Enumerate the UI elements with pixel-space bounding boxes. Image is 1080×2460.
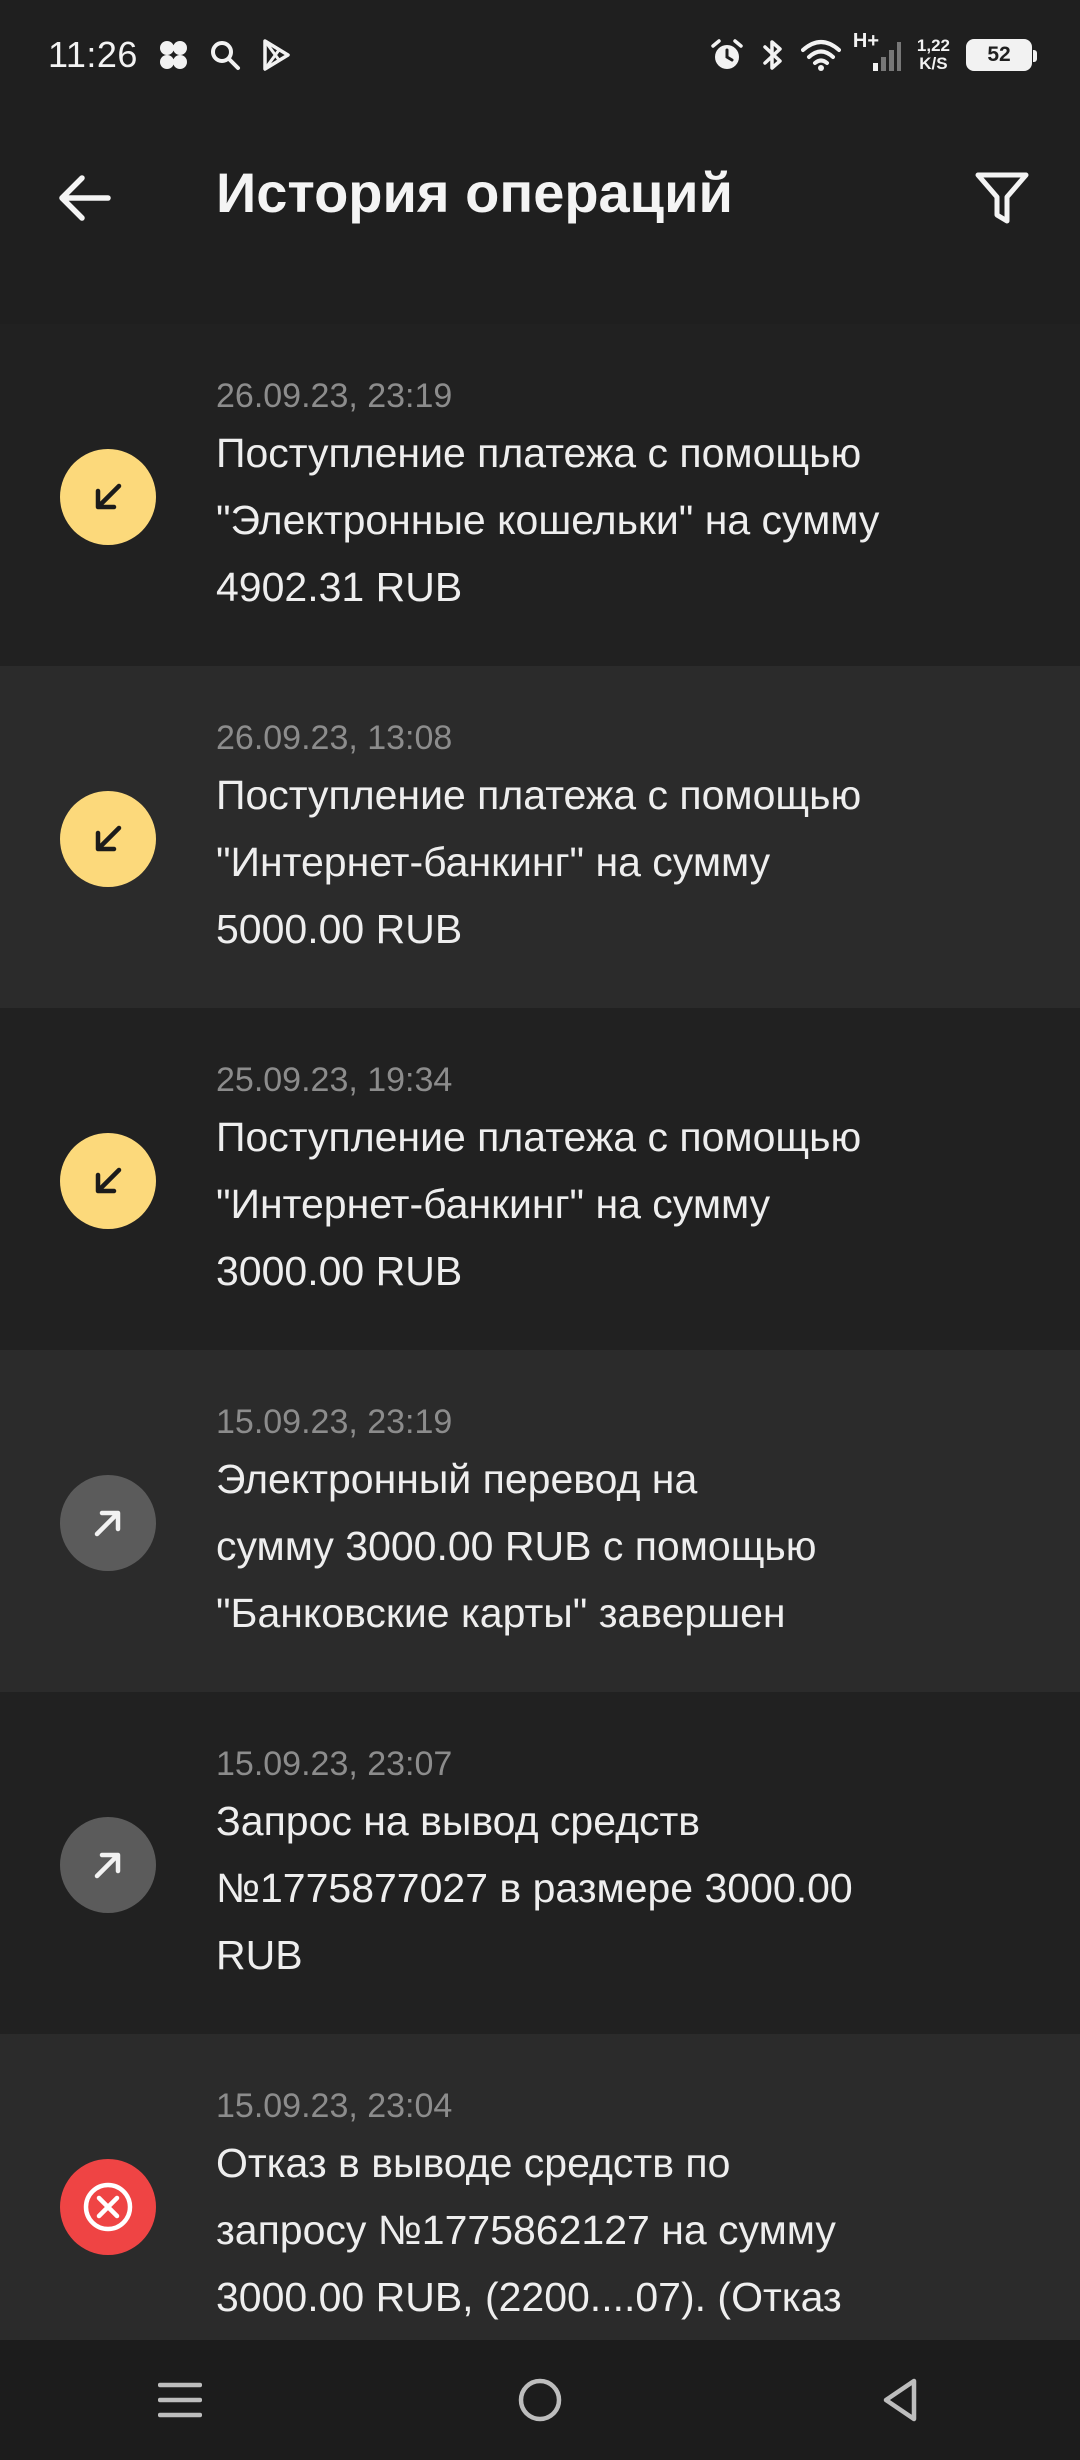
app-bar: История операций [0,110,1080,280]
operation-date: 15.09.23, 23:07 [216,1745,453,1783]
operation-description: Поступление платежа с помощью "Интернет-… [216,1114,862,1294]
operation-item[interactable]: 25.09.23, 19:34 Поступление платежа с по… [0,1008,1080,1350]
status-left: 11:26 [48,34,292,76]
operations-list: 26.09.23, 23:19 Поступление платежа с по… [0,324,1080,2376]
operation-item[interactable]: 15.09.23, 23:04 Отказ в выводе средств п… [0,2034,1080,2376]
home-circle-icon [518,2378,562,2422]
triangle-back-icon [883,2378,917,2422]
operation-date: 26.09.23, 13:08 [216,719,453,757]
wifi-icon [800,38,841,72]
status-right: H+ 1,22 K/S 52 [709,31,1037,73]
search-icon [208,38,242,72]
play-store-icon [260,38,292,72]
operation-date: 15.09.23, 23:19 [216,1403,453,1441]
status-time: 11:26 [48,34,138,75]
mobile-signal-icon: H+ [853,31,901,73]
arrow-left-icon [59,175,111,221]
back-button[interactable] [52,166,116,230]
menu-icon [158,2382,202,2418]
network-speed: 1,22 K/S [917,37,950,73]
battery-icon: 52 [966,39,1037,71]
outgoing-payment-icon [60,1475,156,1571]
app-cluster-icon [156,38,190,72]
operation-date: 15.09.23, 23:04 [216,2087,453,2125]
operation-description: Запрос на вывод средств №1775877027 в ра… [216,1798,853,1978]
alarm-icon [709,37,745,73]
system-back-button[interactable] [840,2350,960,2450]
operation-item[interactable]: 26.09.23, 23:19 Поступление платежа с по… [0,324,1080,666]
rejected-icon [60,2159,156,2255]
bluetooth-icon [761,37,785,73]
speed-unit: K/S [919,54,948,73]
filter-button[interactable] [966,162,1038,234]
operation-description: Электронный перевод на сумму 3000.00 RUB… [216,1456,817,1636]
incoming-payment-icon [60,1133,156,1229]
incoming-payment-icon [60,449,156,545]
operation-date: 25.09.23, 19:34 [216,1061,453,1099]
outgoing-payment-icon [60,1817,156,1913]
network-type: H+ [852,30,880,52]
speed-value: 1,22 [916,36,950,56]
battery-level: 52 [987,43,1011,66]
operation-date: 26.09.23, 23:19 [216,377,453,415]
filter-icon [975,172,1029,224]
operation-item[interactable]: 15.09.23, 23:07 Запрос на вывод средств … [0,1692,1080,2034]
home-button[interactable] [480,2350,600,2450]
operation-item[interactable]: 15.09.23, 23:19 Электронный перевод на с… [0,1350,1080,1692]
recent-apps-button[interactable] [120,2350,240,2450]
status-bar: 11:26 H+ 1,22 K/S 52 [0,0,1080,110]
operation-description: Поступление платежа с помощью "Электронн… [216,430,880,610]
operation-item[interactable]: 26.09.23, 13:08 Поступление платежа с по… [0,666,1080,1008]
operation-description: Отказ в выводе средств по запросу №17758… [216,2140,842,2320]
incoming-payment-icon [60,791,156,887]
operation-description: Поступление платежа с помощью "Интернет-… [216,772,862,952]
system-nav-bar [0,2340,1080,2460]
page-title: История операций [216,161,733,224]
